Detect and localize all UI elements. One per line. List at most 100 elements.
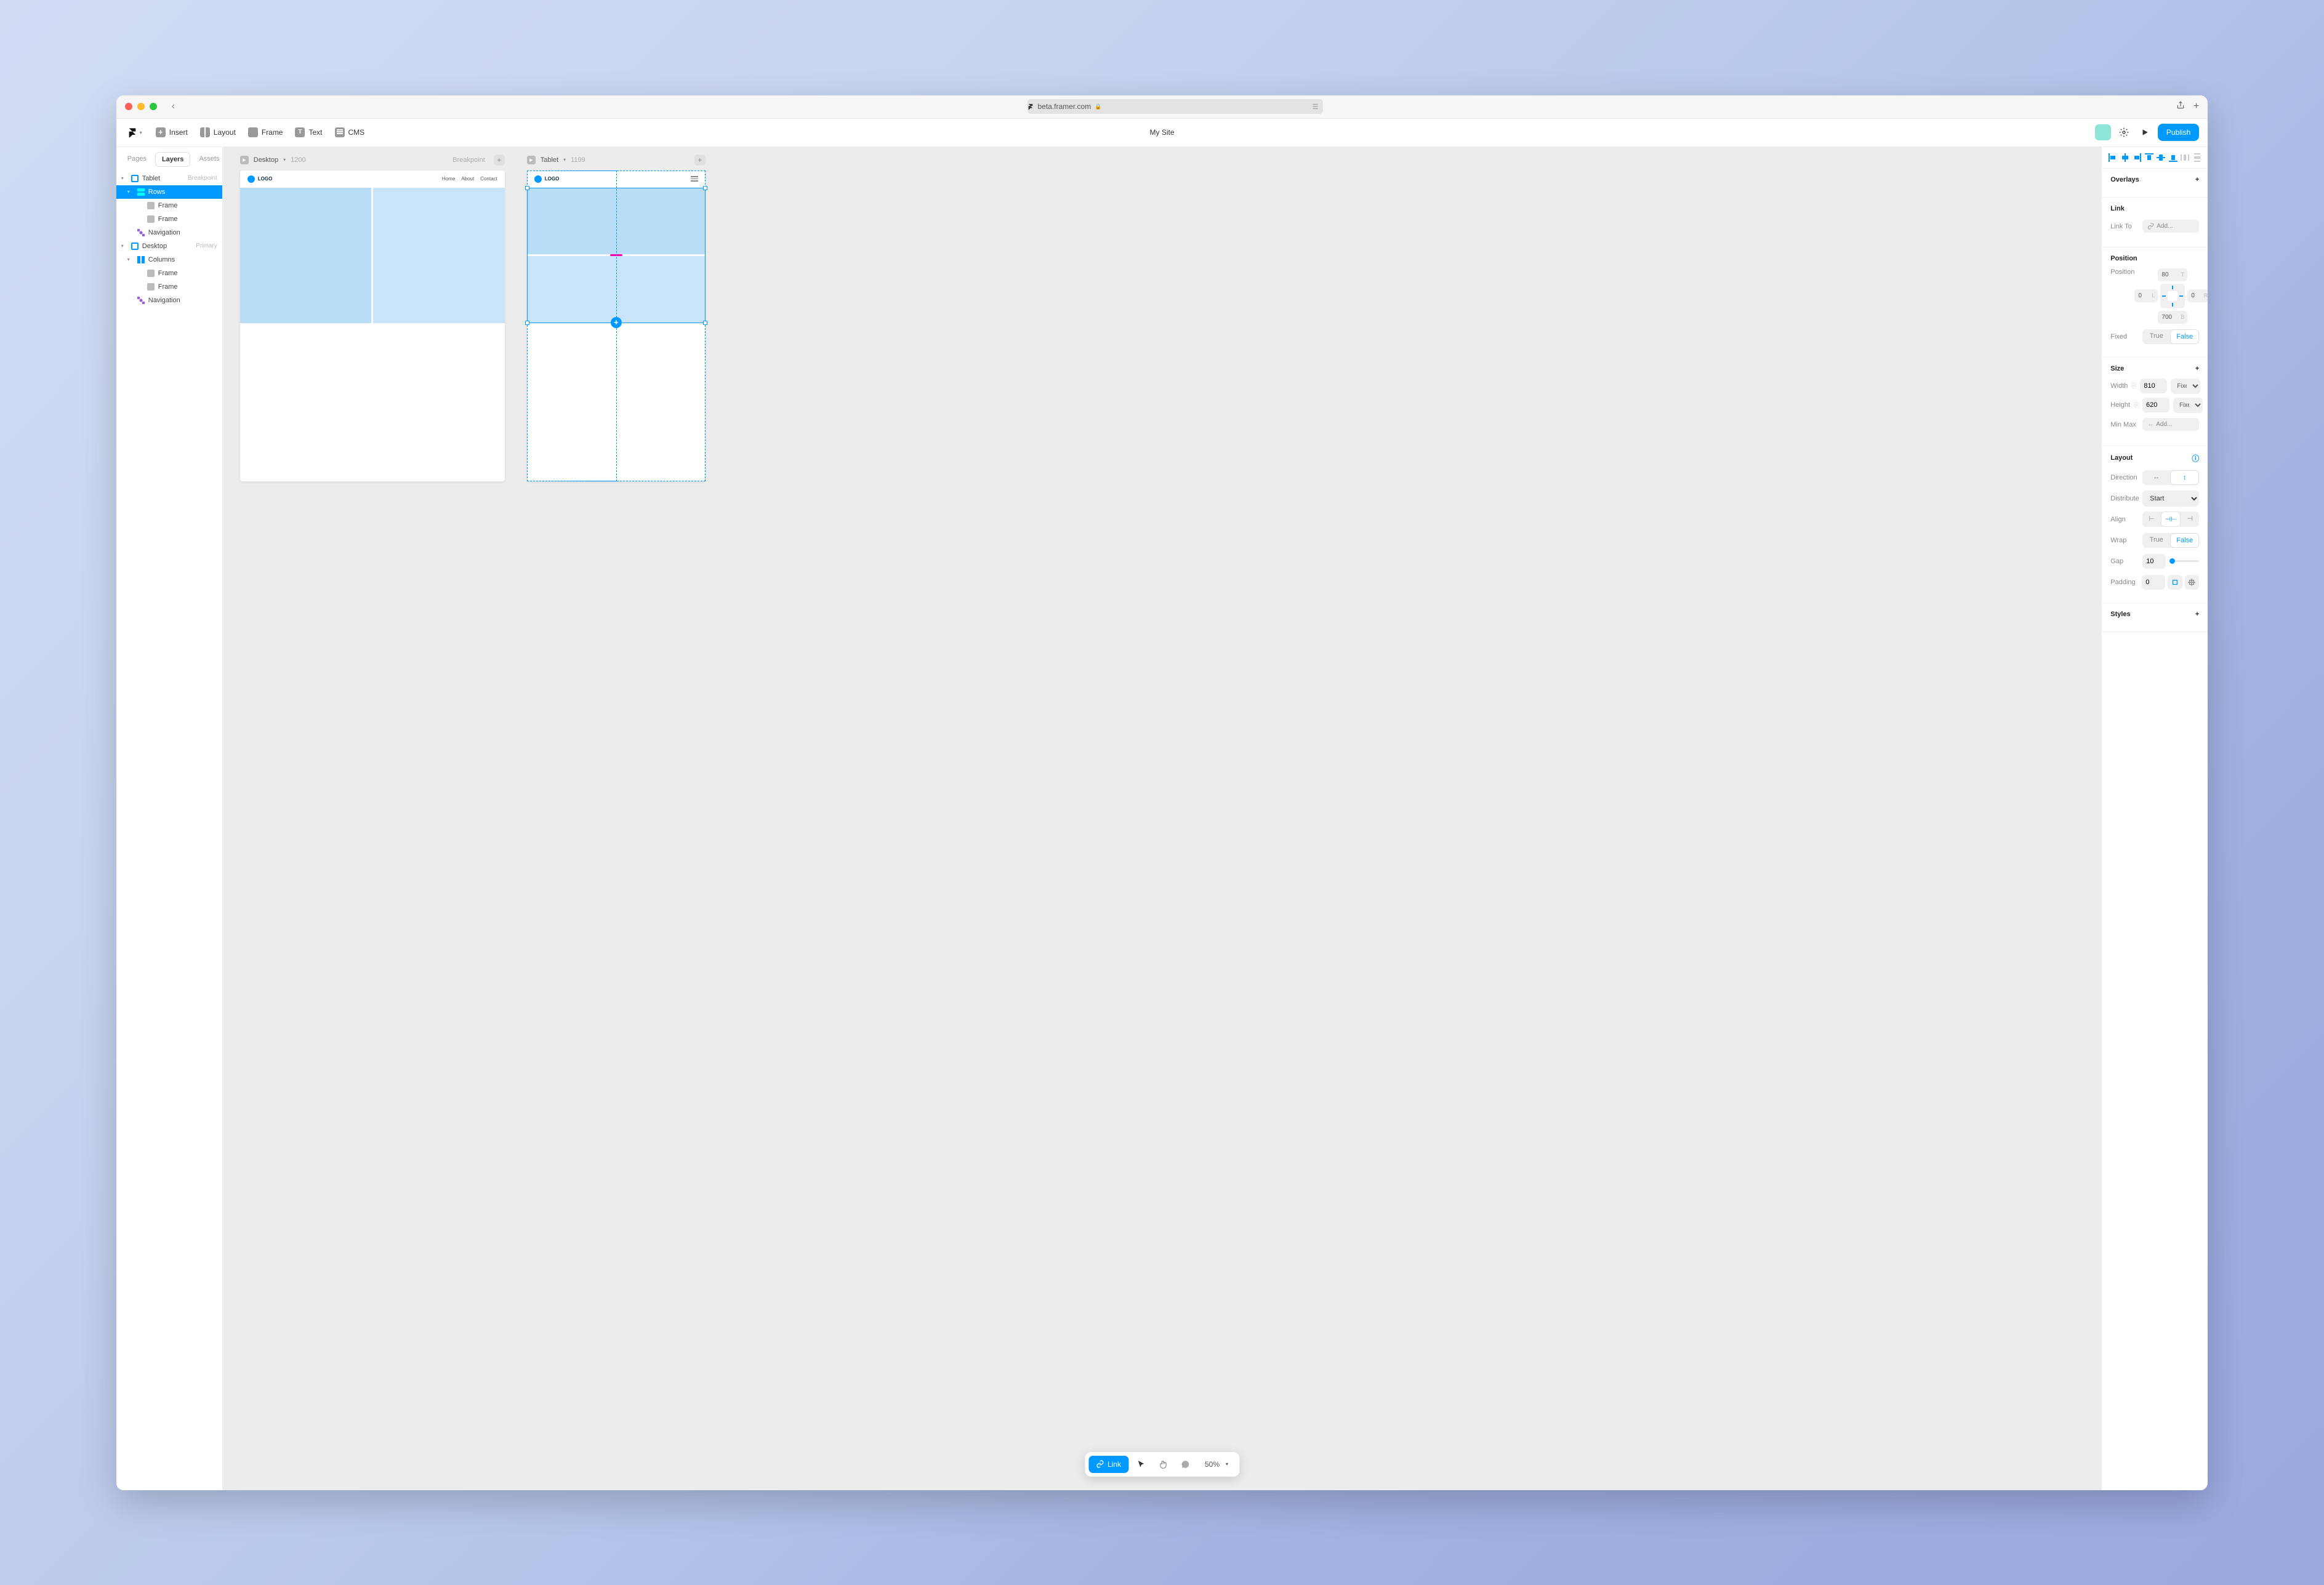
layer-row-rows[interactable]: ▾Rows [116,185,222,199]
position-left-input[interactable]: 0L [2134,289,2158,302]
add-breakpoint-button[interactable]: + [494,154,505,166]
layer-row-navigation[interactable]: Navigation [116,226,222,239]
direction-label: Direction [2110,474,2142,481]
browser-actions: + [2176,101,2199,112]
align-center-button[interactable]: ⊣⊢ [2161,512,2180,526]
distribute-h-icon[interactable] [2181,153,2189,162]
share-icon[interactable] [2176,101,2185,112]
wrap-true[interactable]: True [2142,533,2170,548]
layer-row-tablet[interactable]: ▾TabletBreakpoint [116,172,222,185]
layout-button[interactable]: Layout [195,124,241,141]
width-mode-select[interactable]: Fixed [2171,379,2200,394]
fixed-true[interactable]: True [2142,329,2170,344]
text-button[interactable]: TText [290,124,327,141]
maximize-window-button[interactable] [150,103,157,110]
frame-button[interactable]: Frame [243,124,288,141]
layer-row-frame[interactable]: Frame [116,280,222,294]
add-size-button[interactable]: + [2195,365,2199,372]
link-dims-icon[interactable]: ⎘ [2131,383,2136,390]
distribute-select[interactable]: Start [2142,491,2199,507]
canvas[interactable]: ▶ Desktop ▾ 1200 Breakpoint + LOGO Home … [223,147,2102,1490]
play-icon[interactable]: ▶ [240,156,249,164]
padding-uniform-button[interactable] [2168,575,2182,590]
padding-per-side-button[interactable] [2185,575,2200,590]
align-bottom-icon[interactable] [2169,153,2177,162]
align-center-v-icon[interactable] [2157,153,2165,162]
align-segmented[interactable]: ⊢ ⊣⊢ ⊣ [2142,512,2199,527]
add-breakpoint-button[interactable]: + [694,154,706,166]
publish-button[interactable]: Publish [2158,124,2199,141]
reader-icon[interactable]: ☰ [1313,103,1319,111]
position-anchor[interactable] [2160,284,2185,308]
layer-row-columns[interactable]: ▾Columns [116,253,222,267]
comment-tool-button[interactable] [1175,1456,1195,1473]
width-input[interactable] [2140,379,2167,393]
url-text: beta.framer.com [1037,102,1091,111]
settings-button[interactable] [2116,124,2132,140]
height-mode-select[interactable]: Fixed [2173,398,2203,413]
padding-input[interactable] [2142,575,2165,590]
close-window-button[interactable] [125,103,132,110]
browser-back-button[interactable]: ‹ [172,101,175,112]
layer-row-frame[interactable]: Frame [116,267,222,280]
position-top-input[interactable]: 80T [2158,268,2187,281]
layer-row-navigation[interactable]: Navigation [116,294,222,307]
rows-icon [137,188,145,196]
position-right-input[interactable]: 0R [2187,289,2208,302]
align-center-h-icon[interactable] [2121,153,2129,162]
add-overlay-button[interactable]: + [2195,176,2199,183]
direction-horizontal[interactable]: ↔ [2142,470,2170,485]
align-left-icon[interactable] [2109,153,2117,162]
app-menu[interactable]: ▾ [125,125,145,140]
artboard-desktop[interactable]: ▶ Desktop ▾ 1200 Breakpoint + LOGO Home … [240,171,505,481]
align-end-button[interactable]: ⊣ [2181,512,2199,527]
direction-vertical[interactable]: ↕ [2171,471,2198,484]
artboard-rows [527,188,706,323]
document-title[interactable]: My Site [1149,128,1174,137]
layout-info-icon[interactable]: ⓘ [2192,453,2199,463]
user-avatar[interactable] [2095,124,2111,140]
minmax-input[interactable]: ↔Add... [2142,418,2199,431]
logo-icon [534,175,542,183]
insert-button[interactable]: Insert [151,124,193,141]
new-tab-icon[interactable]: + [2193,101,2199,112]
cms-button[interactable]: CMS [330,124,370,141]
cursor-tool-button[interactable] [1131,1456,1151,1473]
link-tool-button[interactable]: Link [1088,1456,1128,1473]
artboard-name[interactable]: Desktop [254,156,278,164]
preview-button[interactable] [2137,124,2153,140]
layer-row-frame[interactable]: Frame [116,199,222,212]
hand-tool-button[interactable] [1153,1456,1173,1473]
height-input[interactable] [2142,398,2169,412]
distribute-v-icon[interactable] [2193,153,2201,162]
url-bar[interactable]: beta.framer.com 🔒 ☰ [1027,99,1323,114]
tab-layers[interactable]: Layers [155,152,190,167]
gap-slider[interactable] [2169,560,2199,562]
add-style-button[interactable]: + [2195,611,2199,618]
play-icon[interactable]: ▶ [527,156,536,164]
artboard-name[interactable]: Tablet [541,156,558,164]
chevron-down-icon[interactable]: ▾ [283,157,286,163]
align-start-button[interactable]: ⊢ [2142,512,2161,527]
layer-row-desktop[interactable]: ▾DesktopPrimary [116,239,222,253]
artboard-tablet[interactable]: ▶ Tablet ▾ 1199 + LOGO [527,171,706,481]
position-bottom-input[interactable]: 700B [2158,311,2187,324]
minimize-window-button[interactable] [137,103,145,110]
artboard-frame [527,188,706,255]
tab-pages[interactable]: Pages [121,152,153,167]
direction-toggle[interactable]: ↔ ↕ [2142,470,2199,485]
wrap-toggle[interactable]: True False [2142,533,2199,548]
link-dims-icon[interactable]: ⎘ [2134,402,2139,409]
chevron-down-icon[interactable]: ▾ [563,157,566,163]
layer-row-frame[interactable]: Frame [116,212,222,226]
link-to-input[interactable]: Add... [2142,220,2199,233]
fixed-toggle[interactable]: True False [2142,329,2199,344]
fixed-false[interactable]: False [2171,330,2198,343]
tab-assets[interactable]: Assets [193,152,225,167]
link-icon [1096,1460,1104,1468]
align-right-icon[interactable] [2133,153,2141,162]
zoom-level[interactable]: 50% ▾ [1197,1456,1236,1473]
wrap-false[interactable]: False [2171,534,2198,547]
gap-input[interactable] [2142,554,2166,569]
align-top-icon[interactable] [2145,153,2153,162]
